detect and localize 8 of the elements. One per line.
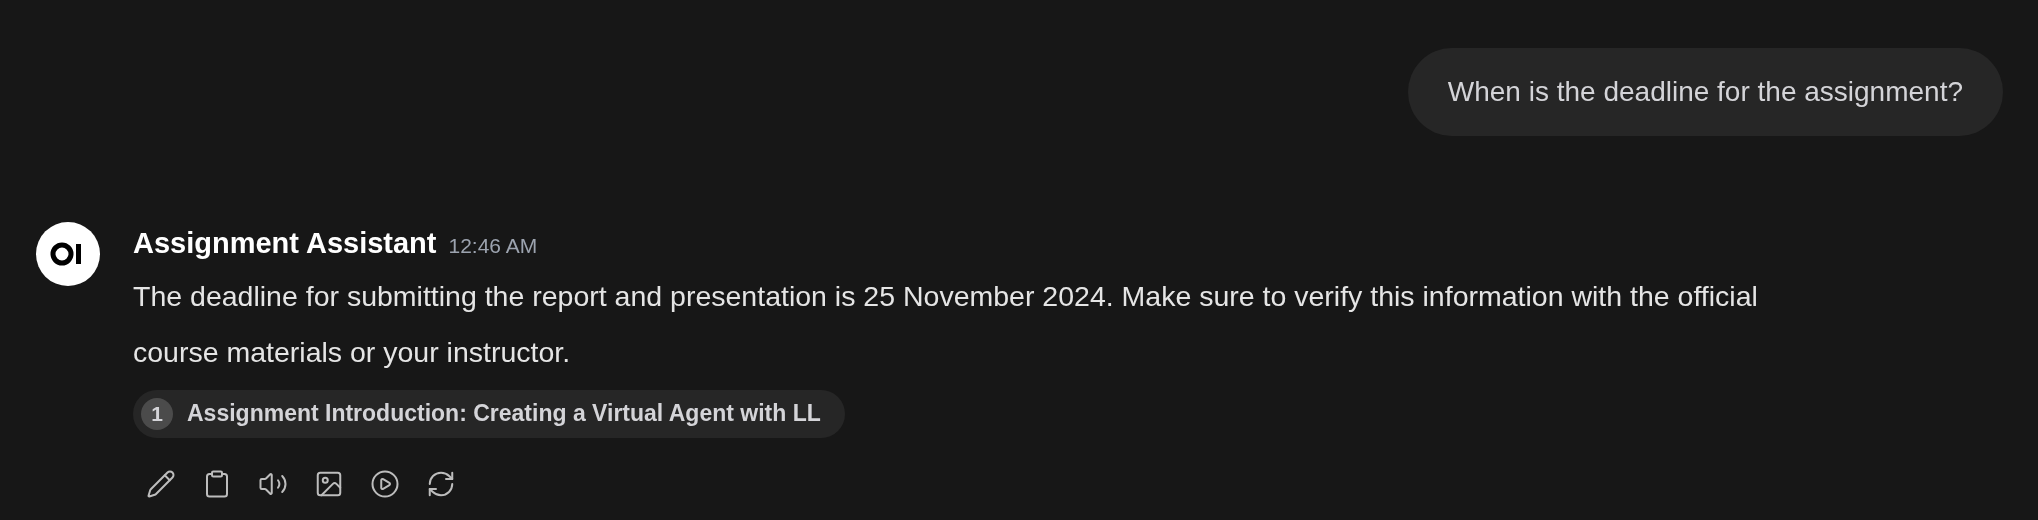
user-message: When is the deadline for the assignment? bbox=[1407, 48, 2003, 136]
citation-chip[interactable]: 1 Assignment Introduction: Creating a Virtual Agent with LL bbox=[133, 389, 845, 438]
timestamp: 12:46 AM bbox=[448, 233, 538, 259]
assistant-name: Assignment Assistant bbox=[133, 226, 437, 261]
assistant-message: The deadline for submitting the report and presentation is 25 November 2024. Make sure to verify this information with the official course materials or your instructor. bbox=[133, 278, 1759, 370]
citation-number: 1 bbox=[141, 397, 173, 430]
citation-title: Assignment Introduction: Creating a Virtual Agent with LL bbox=[187, 399, 821, 429]
logo-icon bbox=[36, 222, 100, 286]
